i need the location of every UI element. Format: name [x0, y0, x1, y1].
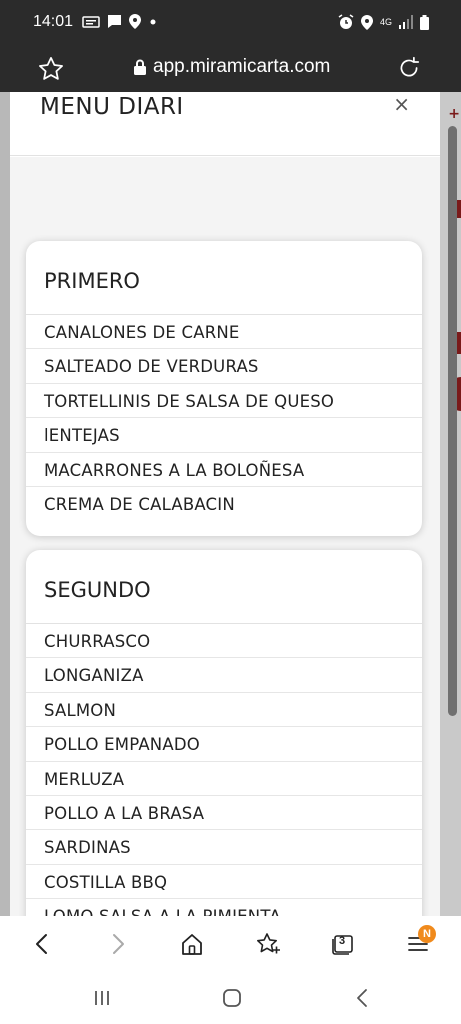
alarm-icon [338, 14, 354, 29]
recent-apps-button[interactable] [90, 986, 114, 1010]
menu-item: SARDINAS [26, 830, 422, 865]
status-right-icons: 4G [338, 14, 429, 30]
page-viewport: + MENU DIARI × PRIMERO CANALONES DE CARN… [0, 92, 461, 916]
bookmarks-star-icon [257, 933, 280, 954]
menu-modal: MENU DIARI × PRIMERO CANALONES DE CARNE … [10, 92, 440, 916]
location-icon [360, 14, 373, 30]
menu-item: MERLUZA [26, 762, 422, 796]
menu-item: CREMA DE CALABACIN [44, 494, 235, 514]
lock-icon [134, 59, 146, 75]
status-bar: 14:01 4G [0, 0, 461, 46]
modal-body: PRIMERO CANALONES DE CARNE SALTEADO DE V… [10, 157, 440, 916]
bookmarks-button[interactable] [254, 930, 282, 958]
menu-notification-badge: N [418, 925, 436, 943]
menu-section-primero: PRIMERO CANALONES DE CARNE SALTEADO DE V… [26, 241, 422, 536]
home-button[interactable] [178, 930, 206, 958]
menu-item: SALMON [26, 693, 422, 728]
status-left-icons [82, 14, 158, 29]
background-plus-icon: + [448, 106, 460, 122]
system-back-button[interactable] [350, 986, 374, 1010]
menu-item: LOMO SALSA A LA PIMIENTA [26, 899, 422, 916]
bookmark-star-button[interactable] [37, 55, 65, 83]
system-home-icon [223, 989, 241, 1007]
url-field[interactable]: app.miramicarta.com [133, 56, 330, 78]
menu-section-segundo: SEGUNDO CHURRASCO LONGANIZA SALMON POLLO… [26, 550, 422, 916]
menu-item: POLLO A LA BRASA [26, 796, 422, 831]
section-title: SEGUNDO [26, 550, 422, 624]
scrollbar[interactable] [448, 126, 457, 716]
url-text: app.miramicarta.com [153, 56, 331, 77]
address-bar: app.miramicarta.com [0, 46, 461, 92]
back-button[interactable] [28, 930, 56, 958]
back-icon [36, 934, 47, 954]
network-4g-icon: 4G [379, 16, 392, 27]
browser-bottom-bar: 3 N [0, 916, 461, 972]
star-icon [39, 57, 63, 80]
menu-item: COSTILLA BBQ [26, 865, 422, 900]
menu-item: lENTEJAS [26, 418, 422, 453]
network-label: 4G [379, 16, 392, 27]
menu-item: TORTELLINIS DE SALSA DE QUESO [26, 384, 422, 419]
close-button[interactable]: × [393, 92, 410, 116]
recent-apps-icon [95, 991, 109, 1005]
forward-icon [113, 934, 124, 954]
tab-count: 3 [339, 935, 346, 947]
section-title: PRIMERO [26, 241, 422, 315]
home-icon [182, 934, 202, 955]
system-nav-bar [0, 972, 461, 1024]
forward-button[interactable] [104, 930, 132, 958]
reload-button[interactable] [396, 55, 424, 83]
menu-item: CANALONES DE CARNE [26, 315, 422, 350]
battery-icon [420, 14, 429, 30]
menu-item: SALTEADO DE VERDURAS [26, 349, 422, 384]
modal-header: MENU DIARI × [10, 92, 440, 156]
system-back-icon [357, 989, 367, 1007]
location-icon [129, 14, 141, 29]
signal-icon [399, 15, 413, 29]
menu-item: POLLO EMPANADO [26, 727, 422, 762]
tabs-button[interactable]: 3 [329, 930, 357, 958]
menu-item: CHURRASCO [26, 624, 422, 659]
system-home-button[interactable] [220, 986, 244, 1010]
menu-item: LONGANIZA [26, 658, 422, 693]
dot-icon [150, 19, 156, 24]
message-icon [108, 15, 121, 28]
reload-icon [400, 56, 420, 77]
status-time: 14:01 [33, 13, 74, 30]
notification-icon [82, 15, 100, 28]
modal-title: MENU DIARI [40, 94, 184, 120]
menu-item: MACARRONES A LA BOLOÑESA [26, 453, 422, 487]
